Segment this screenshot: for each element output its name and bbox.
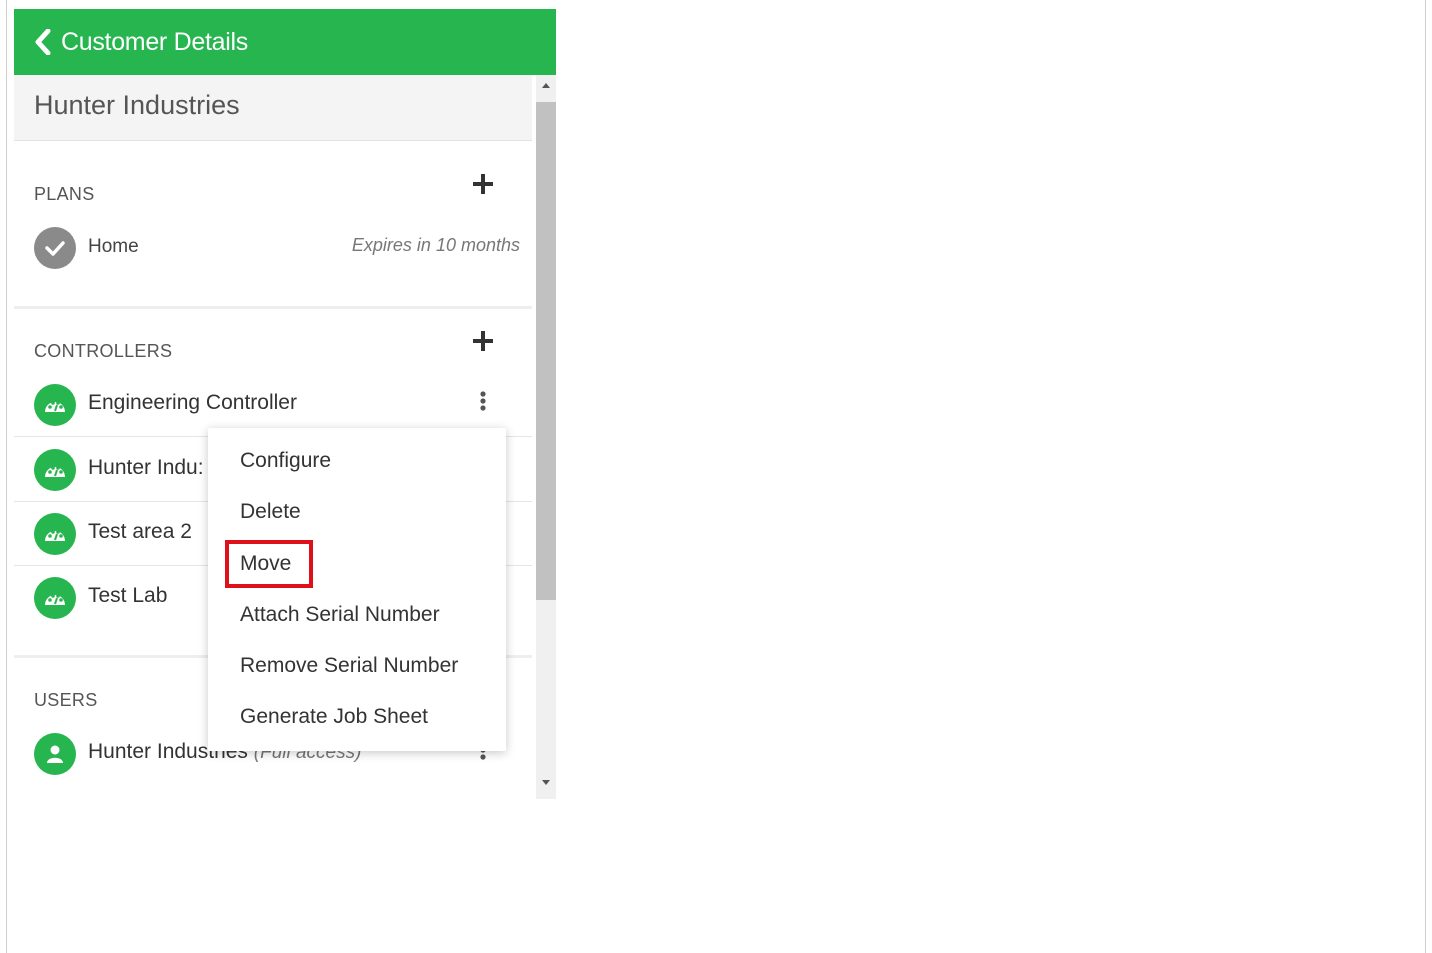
- plans-section-title: PLANS: [34, 184, 95, 204]
- page-title: Customer Details: [61, 27, 248, 56]
- scroll-up-arrow-icon[interactable]: [536, 81, 556, 97]
- menu-item-generate-job-sheet[interactable]: Generate Job Sheet: [208, 695, 506, 741]
- controller-name: Hunter Indu:: [88, 456, 204, 479]
- plan-expiry: Expires in 10 months: [351, 235, 520, 255]
- controller-name: Test area 2: [88, 520, 192, 543]
- add-controller-button[interactable]: [472, 330, 494, 352]
- scrollbar-thumb[interactable]: [536, 102, 556, 600]
- frame-border-right: [1425, 0, 1426, 953]
- menu-item-label: Delete: [240, 500, 301, 523]
- menu-item-label: Attach Serial Number: [240, 603, 440, 626]
- controller-context-menu: Configure Delete Move Attach Serial Numb…: [208, 428, 506, 751]
- check-icon: [34, 227, 76, 269]
- gauge-icon: [34, 449, 76, 491]
- gauge-icon: [34, 384, 76, 426]
- frame-border-left: [6, 0, 7, 953]
- menu-item-delete[interactable]: Delete: [208, 490, 506, 536]
- menu-item-configure[interactable]: Configure: [208, 439, 506, 485]
- controllers-section-title: CONTROLLERS: [34, 341, 173, 361]
- plus-icon[interactable]: [472, 173, 494, 195]
- section-divider: [14, 306, 532, 309]
- plan-name: Home: [88, 236, 139, 257]
- menu-item-label: Remove Serial Number: [240, 654, 459, 677]
- menu-item-move[interactable]: Move: [208, 542, 506, 588]
- menu-item-attach-serial-number[interactable]: Attach Serial Number: [208, 593, 506, 639]
- scroll-down-arrow-icon[interactable]: [536, 779, 556, 795]
- users-section-title: USERS: [34, 690, 98, 710]
- plan-row-home[interactable]: Home Expires in 10 months: [14, 215, 532, 279]
- more-options-icon[interactable]: [475, 388, 491, 416]
- menu-item-label: Move: [240, 552, 292, 575]
- customer-name-bar: Hunter Industries: [14, 75, 532, 141]
- menu-item-label: Configure: [240, 449, 332, 472]
- controller-name: Test Lab: [88, 584, 168, 607]
- plus-icon[interactable]: [472, 330, 494, 352]
- menu-item-label: Generate Job Sheet: [240, 705, 428, 728]
- gauge-icon: [34, 577, 76, 619]
- vertical-scrollbar[interactable]: [536, 75, 556, 799]
- controller-name: Engineering Controller: [88, 391, 297, 414]
- customer-name: Hunter Industries: [34, 90, 240, 120]
- back-to-customer-details-button[interactable]: Customer Details: [14, 9, 556, 75]
- gauge-icon: [34, 513, 76, 555]
- add-plan-button[interactable]: [472, 173, 494, 195]
- chevron-left-icon[interactable]: [34, 28, 54, 56]
- user-icon: [34, 733, 76, 775]
- menu-item-remove-serial-number[interactable]: Remove Serial Number: [208, 644, 506, 690]
